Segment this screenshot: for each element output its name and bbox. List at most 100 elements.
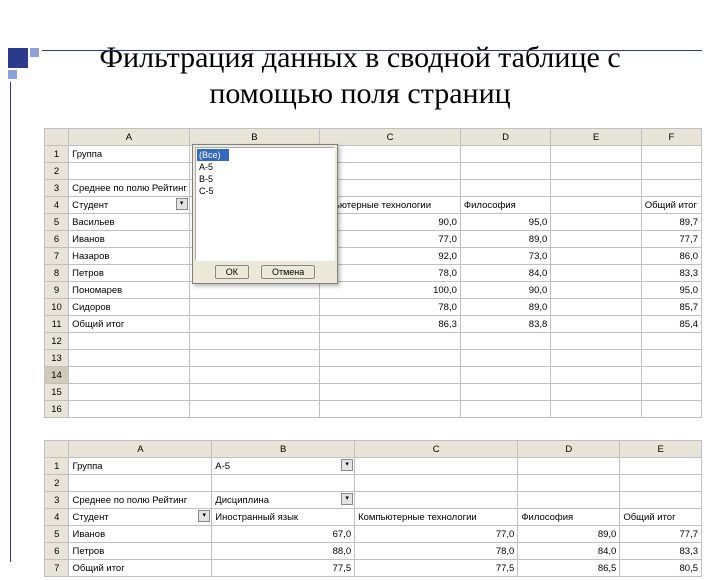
cell[interactable] [189,367,320,384]
cell[interactable]: 86,5 [518,560,620,577]
cell[interactable]: Общий итог [69,560,212,577]
cell[interactable] [189,333,320,350]
filter-option[interactable]: В-5 [197,173,333,185]
cell[interactable] [189,350,320,367]
cell[interactable] [460,180,550,197]
cell[interactable] [641,180,701,197]
cell[interactable]: Петров [69,543,212,560]
cell[interactable]: 89,7 [641,214,701,231]
col-header[interactable]: B [212,441,355,458]
cell[interactable] [620,458,702,475]
row-header[interactable]: 3 [45,180,69,197]
cell[interactable] [320,350,461,367]
cell[interactable]: 80,5 [620,560,702,577]
cell[interactable] [189,299,320,316]
cell[interactable] [69,367,190,384]
cell[interactable] [551,367,641,384]
cell[interactable] [641,401,701,418]
cell[interactable]: Компьютерные технологии [355,509,518,526]
cell[interactable]: 85,7 [641,299,701,316]
cell[interactable]: Васильев [69,214,190,231]
cell[interactable]: 77,5 [212,560,355,577]
filter-option[interactable]: А-5 [197,161,333,173]
cell[interactable] [551,214,641,231]
cell[interactable]: Общий итог [69,316,190,333]
cell[interactable] [551,401,641,418]
cell[interactable]: Иванов [69,231,190,248]
cell[interactable]: Философия [460,197,550,214]
row-header[interactable]: 6 [45,543,69,560]
cell[interactable]: 89,0 [460,299,550,316]
cell[interactable]: 90,0 [460,282,550,299]
col-header[interactable]: C [320,129,461,146]
cell[interactable]: 83,3 [641,265,701,282]
col-header[interactable]: A [69,441,212,458]
filter-option[interactable]: (Все) [197,149,229,161]
cell[interactable] [320,180,461,197]
cell[interactable]: 77,5 [355,560,518,577]
row-header[interactable]: 14 [45,367,69,384]
col-header[interactable]: C [355,441,518,458]
cell[interactable] [460,163,550,180]
cell[interactable] [320,163,461,180]
cell[interactable]: Среднее по полю Рейтинг [69,180,190,197]
row-header[interactable]: 2 [45,475,69,492]
cell[interactable] [212,475,355,492]
cell[interactable] [460,401,550,418]
cell[interactable]: Иностранный язык [212,509,355,526]
cell[interactable] [460,350,550,367]
cell[interactable]: 73,0 [460,248,550,265]
cell[interactable]: Сидоров [69,299,190,316]
cell[interactable] [641,384,701,401]
row-header[interactable]: 13 [45,350,69,367]
cell[interactable] [69,384,190,401]
row-header[interactable]: 1 [45,146,69,163]
cell[interactable] [320,401,461,418]
cell[interactable]: Назаров [69,248,190,265]
cell[interactable] [620,475,702,492]
cell[interactable] [320,333,461,350]
cell[interactable]: 88,0 [212,543,355,560]
row-header[interactable]: 10 [45,299,69,316]
col-header[interactable]: E [551,129,641,146]
cell[interactable] [641,367,701,384]
cell[interactable] [460,146,550,163]
cell[interactable] [69,401,190,418]
cell[interactable]: 84,0 [518,543,620,560]
cell[interactable]: 86,3 [320,316,461,333]
cell[interactable]: Группа [69,146,190,163]
cell[interactable]: 78,0 [320,299,461,316]
cell[interactable]: 84,0 [460,265,550,282]
col-header[interactable]: E [620,441,702,458]
cell[interactable]: 89,0 [460,231,550,248]
cell[interactable]: Петров [69,265,190,282]
cell[interactable] [518,492,620,509]
cell[interactable] [355,475,518,492]
cell[interactable]: Философия [518,509,620,526]
cell[interactable]: Пономарев [69,282,190,299]
cell[interactable] [460,367,550,384]
cell[interactable] [551,248,641,265]
ok-button[interactable]: ОК [215,265,249,279]
cell[interactable] [551,197,641,214]
cell[interactable] [320,367,461,384]
cancel-button[interactable]: Отмена [261,265,315,279]
cell[interactable]: 77,0 [320,231,461,248]
row-header[interactable]: 3 [45,492,69,509]
dropdown-arrow-icon[interactable]: ▾ [341,459,353,471]
cell[interactable] [460,384,550,401]
row-header[interactable]: 11 [45,316,69,333]
cell[interactable]: 77,7 [641,231,701,248]
cell[interactable]: 100,0 [320,282,461,299]
cell[interactable]: Студент▾ [69,509,212,526]
cell[interactable]: А-5▾ [212,458,355,475]
cell[interactable]: Группа [69,458,212,475]
cell[interactable] [69,475,212,492]
col-header[interactable]: D [518,441,620,458]
cell[interactable]: 78,0 [355,543,518,560]
cell[interactable]: Среднее по полю Рейтинг [69,492,212,509]
row-header[interactable]: 2 [45,163,69,180]
row-header[interactable]: 16 [45,401,69,418]
dropdown-arrow-icon[interactable]: ▾ [198,510,210,522]
cell[interactable] [518,458,620,475]
